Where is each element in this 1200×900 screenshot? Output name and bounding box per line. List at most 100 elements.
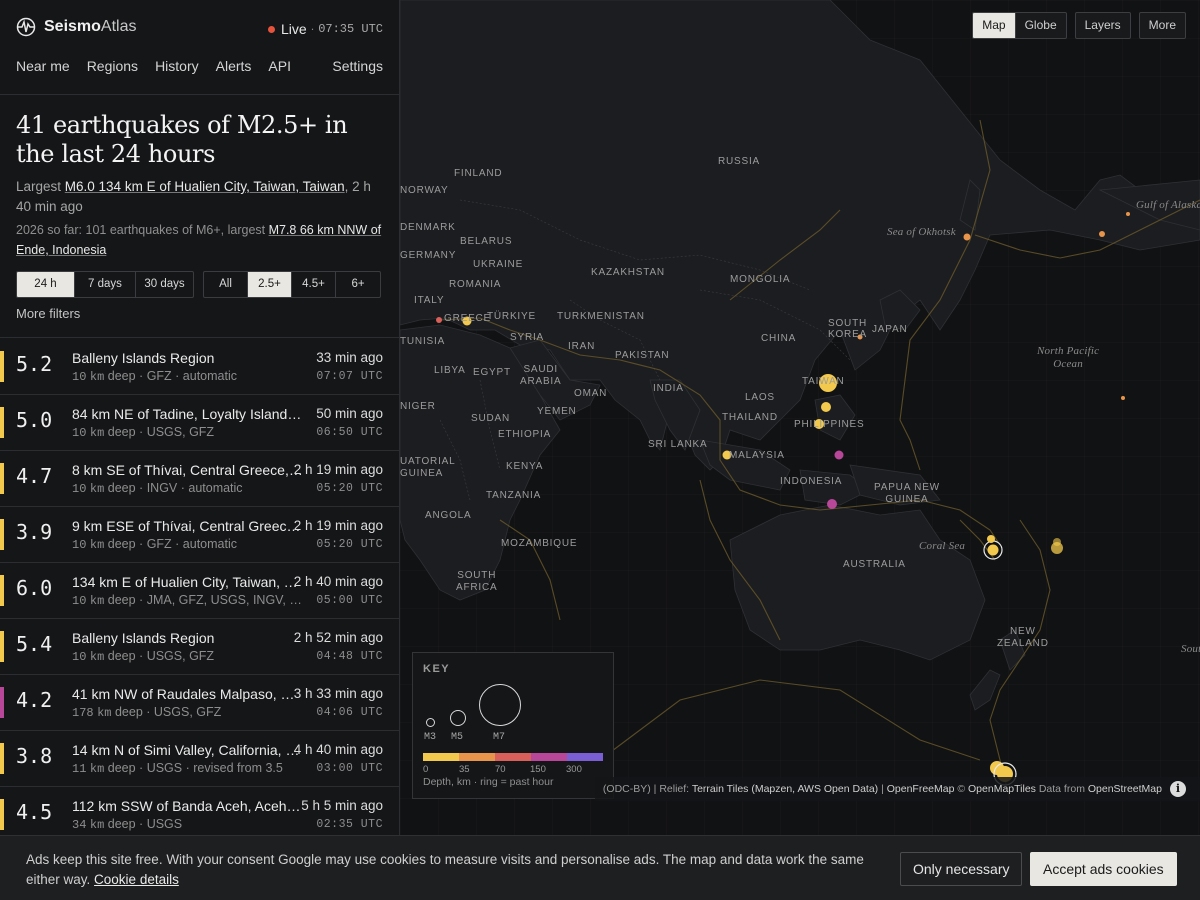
quake-list-item[interactable]: 4.7 8 km SE of Thívai, Central Greece, Gr… [0, 451, 399, 507]
quake-magnitude: 4.2 [16, 688, 53, 712]
brand-logo-link[interactable]: SeismoAtlas [16, 17, 137, 37]
globe-view-button[interactable]: Globe [1016, 13, 1066, 38]
quake-list-item[interactable]: 4.5 112 km SSW of Banda Aceh, Aceh, Indon… [0, 787, 399, 835]
quake-marker[interactable] [963, 233, 971, 241]
nav-history[interactable]: History [155, 58, 199, 74]
quake-place: 41 km NW of Raudales Malpaso, Mexico [72, 686, 304, 702]
quake-utc-time: 05:20 UTC [316, 538, 383, 551]
map-label-country: TAIWAN [802, 376, 845, 387]
live-time: 07:35 UTC [318, 22, 383, 36]
info-icon[interactable]: i [1170, 781, 1186, 797]
layers-button[interactable]: Layers [1076, 13, 1130, 38]
nav-alerts[interactable]: Alerts [216, 58, 252, 74]
quake-marker[interactable] [1099, 231, 1105, 237]
time-7days-button[interactable]: 7 days [75, 272, 136, 297]
quake-list-item[interactable]: 5.0 84 km NE of Tadine, Loyalty Islands, … [0, 395, 399, 451]
terrain-tiles-link[interactable]: Terrain Tiles (Mapzen, AWS Open Data) [692, 783, 878, 795]
depth-tick: 150 [530, 764, 546, 775]
map-label-country: PAKISTAN [615, 350, 670, 361]
map-label-country: JAPAN [872, 324, 908, 335]
quake-place: 8 km SE of Thívai, Central Greece, Greec… [72, 462, 304, 478]
quake-list-item[interactable]: 3.8 14 km N of Simi Valley, California, U… [0, 731, 399, 787]
map-label-country: GERMANY [400, 250, 457, 261]
nav-api[interactable]: API [268, 58, 291, 74]
depth-color-bar [423, 753, 603, 761]
depth-color-bar [0, 519, 4, 550]
quake-utc-time: 06:50 UTC [316, 426, 383, 439]
openstreetmap-link[interactable]: OpenStreetMap [1088, 783, 1162, 795]
view-toggle: Map Globe [972, 12, 1067, 39]
quake-marker[interactable] [834, 450, 844, 460]
quake-utc-time: 07:07 UTC [316, 370, 383, 383]
map-label-country: TANZANIA [486, 490, 542, 501]
quake-marker[interactable] [1126, 212, 1130, 216]
quake-utc-time: 04:48 UTC [316, 650, 383, 663]
quake-magnitude: 4.7 [16, 464, 53, 488]
depth-color-bar [0, 575, 4, 606]
quake-list-item[interactable]: 3.9 9 km ESE of Thívai, Central Greece, G… [0, 507, 399, 563]
quake-time-ago: 33 min ago [316, 350, 383, 365]
quake-magnitude: 6.0 [16, 576, 53, 600]
quake-list-item[interactable]: 6.0 134 km E of Hualien City, Taiwan, Tai… [0, 563, 399, 619]
quake-marker[interactable] [987, 535, 995, 543]
map-label-country: ROMANIA [449, 279, 502, 290]
time-30days-button[interactable]: 30 days [136, 272, 193, 297]
quake-list-item[interactable]: 5.4 Balleny Islands Region 10 km deep · US… [0, 619, 399, 675]
map-view-button[interactable]: Map [973, 13, 1016, 38]
brand-name: SeismoAtlas [44, 18, 137, 35]
nav-settings[interactable]: Settings [332, 58, 383, 74]
quake-magnitude: 4.5 [16, 800, 53, 824]
quake-time-ago: 2 h 19 min ago [293, 462, 383, 477]
map-label-country: CHINA [761, 333, 797, 344]
quake-place: Balleny Islands Region [72, 350, 215, 366]
nav-regions[interactable]: Regions [87, 58, 138, 74]
key-m5-circle-icon [450, 710, 466, 726]
depth-color-bar [0, 687, 4, 718]
key-m3-circle-icon [426, 718, 435, 727]
quake-marker[interactable] [821, 402, 831, 412]
quake-marker[interactable] [1121, 396, 1125, 400]
quake-place: Balleny Islands Region [72, 630, 215, 646]
quake-time-ago: 5 h 5 min ago [301, 798, 383, 813]
openfreemap-link[interactable]: OpenFreeMap [887, 783, 955, 795]
map-label-country: NORWAY [400, 185, 449, 196]
time-24h-button[interactable]: 24 h [17, 272, 75, 297]
quake-meta: 10 km deep · GFZ · automatic [72, 537, 237, 552]
quake-marker[interactable] [827, 499, 837, 509]
map-label-country: INDONESIA [780, 476, 843, 487]
quake-list-item[interactable]: 4.2 41 km NW of Raudales Malpaso, Mexico 1… [0, 675, 399, 731]
largest-quake-link[interactable]: M6.0 134 km E of Hualien City, Taiwan, T… [65, 179, 345, 194]
map-view[interactable]: RUSSIA FINLAND NORWAY DENMARK BELARUS GE… [400, 0, 1200, 835]
depth-color-bar [0, 407, 4, 438]
magnitude-selector: All 2.5+ 4.5+ 6+ [203, 271, 381, 298]
quake-list-item[interactable]: 5.2 Balleny Islands Region 10 km deep · GF… [0, 339, 399, 395]
openmaptiles-link[interactable]: OpenMapTiles [968, 783, 1036, 795]
nav-near-me[interactable]: Near me [16, 58, 70, 74]
quake-utc-time: 02:35 UTC [316, 818, 383, 831]
map-label-country: SRI LANKA [648, 439, 708, 450]
map-label-country: GREECE [444, 313, 492, 324]
quake-place: 9 km ESE of Thívai, Central Greece, Gree… [72, 518, 304, 534]
quake-magnitude: 3.8 [16, 744, 53, 768]
seismograph-logo-icon [16, 17, 36, 37]
map-label-country: PHILIPPINES [794, 419, 865, 430]
largest-quake-text: Largest M6.0 134 km E of Hualien City, T… [16, 179, 371, 214]
map-label-country: LIBYA [434, 365, 466, 376]
only-necessary-button[interactable]: Only necessary [900, 852, 1023, 886]
mag-4-5-button[interactable]: 4.5+ [292, 272, 336, 297]
more-filters-link[interactable]: More filters [16, 306, 80, 321]
quake-utc-time: 05:20 UTC [316, 482, 383, 495]
key-m7-label: M7 [493, 732, 506, 743]
more-button[interactable]: More [1140, 13, 1185, 38]
quake-utc-time: 03:00 UTC [316, 762, 383, 775]
mag-all-button[interactable]: All [204, 272, 248, 297]
quake-marker[interactable] [1053, 538, 1061, 546]
accept-ads-cookies-button[interactable]: Accept ads cookies [1030, 852, 1177, 886]
mag-2-5-button[interactable]: 2.5+ [248, 272, 292, 297]
map-label-country: BELARUS [460, 236, 513, 247]
quake-place: 14 km N of Simi Valley, California, USA [72, 742, 304, 758]
mag-6-button[interactable]: 6+ [336, 272, 380, 297]
quake-marker[interactable] [436, 317, 442, 323]
quake-marker[interactable] [987, 544, 999, 556]
cookie-details-link[interactable]: Cookie details [94, 872, 179, 887]
